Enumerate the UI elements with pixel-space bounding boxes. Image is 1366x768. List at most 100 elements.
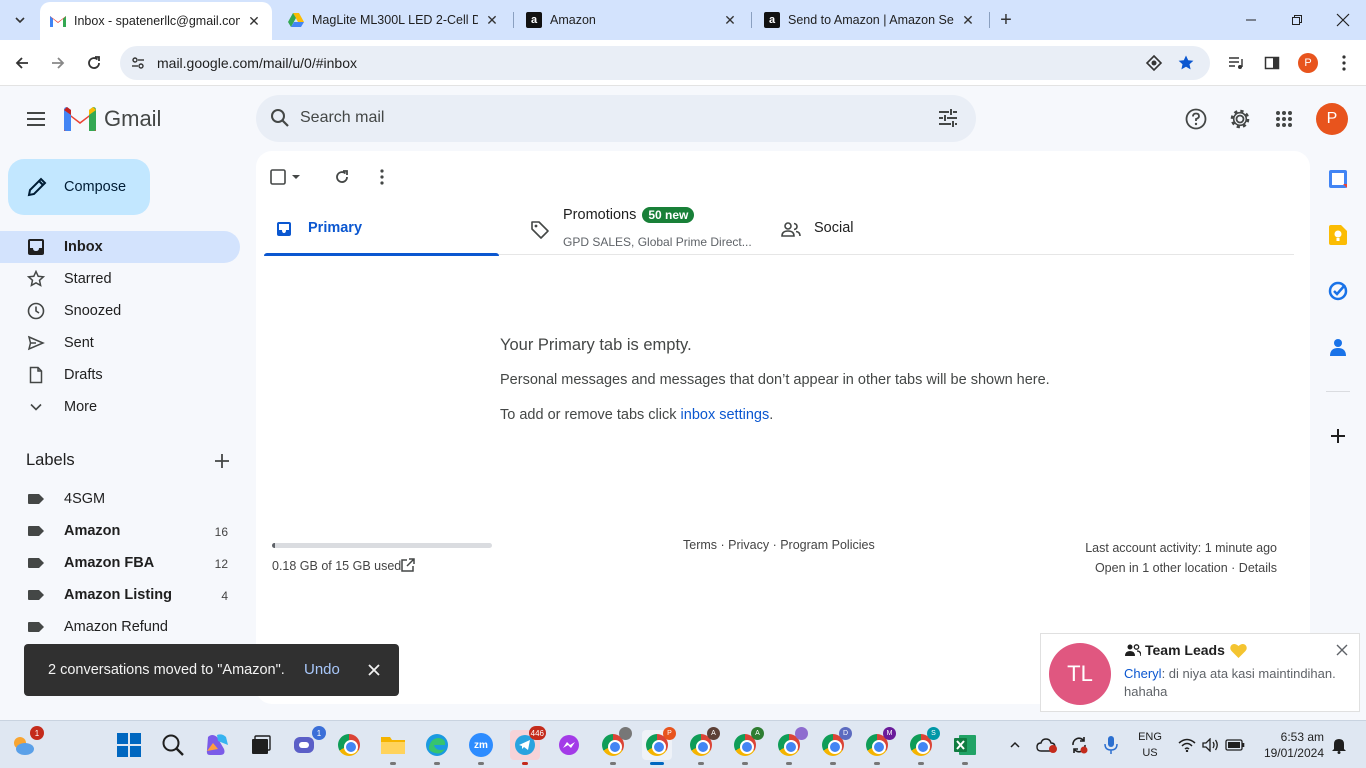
keep-app-button[interactable] (1326, 223, 1350, 247)
chrome-profile-d-app[interactable]: D (818, 727, 852, 765)
back-button[interactable] (8, 49, 36, 77)
contacts-app-button[interactable] (1326, 335, 1350, 359)
label-item[interactable]: 4SGM (0, 483, 240, 515)
zoom-app[interactable]: zm (466, 730, 496, 765)
footer-links[interactable]: Terms · Privacy · Program Policies (683, 538, 875, 552)
edge-app[interactable] (422, 730, 452, 765)
main-menu-button[interactable] (22, 105, 50, 133)
search-input[interactable] (300, 104, 900, 132)
restore-button[interactable] (1274, 0, 1320, 40)
refresh-button[interactable] (330, 165, 354, 189)
support-button[interactable] (1184, 107, 1208, 131)
notifications-button[interactable] (1326, 730, 1352, 760)
close-icon[interactable]: ✕ (246, 13, 262, 29)
teams-app[interactable]: 1 (290, 726, 326, 760)
nav-item-drafts[interactable]: Drafts (0, 359, 240, 391)
browser-tab-maglite[interactable]: MagLite ML300L LED 2-Cell D D ✕ (278, 0, 510, 40)
search-icon[interactable] (268, 106, 292, 130)
battery-tray-icon[interactable] (1222, 730, 1248, 760)
chrome-profile-s-app[interactable]: S (906, 727, 940, 765)
external-link-icon[interactable] (400, 557, 416, 573)
google-apps-button[interactable] (1272, 107, 1296, 131)
close-icon[interactable]: ✕ (722, 12, 738, 28)
tab-social[interactable]: Social (770, 205, 1005, 255)
side-panel-button[interactable] (1258, 49, 1286, 77)
select-all-checkbox[interactable] (270, 165, 310, 189)
microphone-tray-icon[interactable] (1098, 730, 1124, 760)
file-explorer-app[interactable] (378, 730, 408, 765)
input-language[interactable]: ENG US (1136, 729, 1164, 761)
gmail-logo[interactable]: Gmail (64, 106, 161, 132)
weather-widget[interactable]: 1 (8, 726, 44, 760)
tab-label-wrap: Promotions 50 new (563, 207, 695, 223)
calendar-app-button[interactable] (1326, 167, 1350, 191)
chrome-profile-app[interactable] (598, 727, 632, 765)
close-icon[interactable]: ✕ (484, 12, 500, 28)
task-view-button[interactable] (246, 730, 276, 760)
new-tab-button[interactable]: + (994, 8, 1018, 32)
browser-tab-amazon[interactable]: a Amazon ✕ (516, 0, 748, 40)
more-options-button[interactable] (370, 165, 394, 189)
tab-search-button[interactable] (6, 6, 34, 34)
tasks-app-button[interactable] (1326, 279, 1350, 303)
start-button[interactable] (114, 730, 144, 760)
sync-tray-icon[interactable] (1066, 730, 1092, 760)
excel-app[interactable] (950, 730, 980, 765)
nav-item-snoozed[interactable]: Snoozed (0, 295, 240, 327)
bookmark-star-icon[interactable] (1174, 51, 1198, 75)
chrome-app[interactable] (334, 730, 364, 760)
account-avatar[interactable]: P (1316, 103, 1348, 135)
people-icon (781, 222, 801, 237)
label-item[interactable]: Amazon FBA 12 (0, 547, 240, 579)
chrome-profile-p-app[interactable]: P (642, 727, 676, 765)
search-options-icon[interactable] (936, 106, 960, 130)
chrome-profile-a2-app[interactable]: A (730, 727, 764, 765)
browser-tab-inbox[interactable]: Inbox - spatenerllc@gmail.com ✕ (40, 2, 272, 40)
onedrive-tray-icon[interactable] (1034, 730, 1060, 760)
activity-details-link[interactable]: Open in 1 other location · Details (1085, 558, 1277, 578)
search-bar[interactable] (256, 95, 976, 142)
close-icon[interactable] (364, 660, 384, 680)
media-controls-button[interactable] (1222, 49, 1250, 77)
label-item[interactable]: Amazon Refund (0, 611, 240, 643)
reload-button[interactable] (80, 49, 108, 77)
lens-icon[interactable] (1142, 51, 1166, 75)
browser-profile-button[interactable]: P (1294, 49, 1322, 77)
address-bar[interactable]: mail.google.com/mail/u/0/#inbox (120, 46, 1210, 80)
minimize-button[interactable] (1228, 0, 1274, 40)
nav-item-starred[interactable]: Starred (0, 263, 240, 295)
label-item[interactable]: Amazon Listing 4 (0, 579, 240, 611)
plus-icon[interactable] (212, 451, 232, 471)
messenger-app[interactable] (554, 730, 584, 760)
label-item[interactable]: Amazon 16 (0, 515, 240, 547)
chrome-profile-m-app[interactable]: M (862, 727, 896, 765)
nav-item-sent[interactable]: Sent (0, 327, 240, 359)
forward-button[interactable] (44, 49, 72, 77)
browser-tab-send-to-amazon[interactable]: a Send to Amazon | Amazon Selle ✕ (754, 0, 986, 40)
system-clock[interactable]: 6:53 am 19/01/2024 (1250, 729, 1324, 761)
settings-button[interactable] (1228, 107, 1252, 131)
get-addons-button[interactable] (1326, 424, 1350, 448)
chat-notification[interactable]: TL Team Leads Cheryl: di niya ata kasi m… (1040, 633, 1360, 712)
tab-promotions[interactable]: Promotions 50 new GPD SALES, Global Prime… (519, 205, 754, 255)
nav-item-inbox[interactable]: Inbox (0, 231, 240, 263)
chrome-profile-a1-app[interactable]: A (686, 727, 720, 765)
site-settings-icon[interactable] (126, 51, 150, 75)
telegram-app[interactable]: 446 (510, 726, 546, 765)
close-icon[interactable] (1335, 643, 1349, 657)
chrome-profile-b-app[interactable] (774, 727, 808, 765)
show-hidden-icons-button[interactable] (1002, 730, 1028, 760)
inbox-settings-link[interactable]: inbox settings (681, 407, 770, 423)
close-window-button[interactable] (1320, 0, 1366, 40)
compose-button[interactable]: Compose (8, 159, 150, 215)
close-icon[interactable]: ✕ (960, 12, 976, 28)
nav-item-more[interactable]: More (0, 391, 240, 423)
wifi-tray-icon[interactable] (1174, 730, 1200, 760)
tab-primary[interactable]: Primary (264, 205, 499, 256)
copilot-button[interactable] (202, 730, 232, 760)
wifi-icon (1178, 738, 1196, 752)
browser-menu-button[interactable] (1330, 49, 1358, 77)
search-button[interactable] (158, 730, 188, 760)
volume-tray-icon[interactable] (1198, 730, 1224, 760)
undo-button[interactable]: Undo (304, 661, 340, 678)
